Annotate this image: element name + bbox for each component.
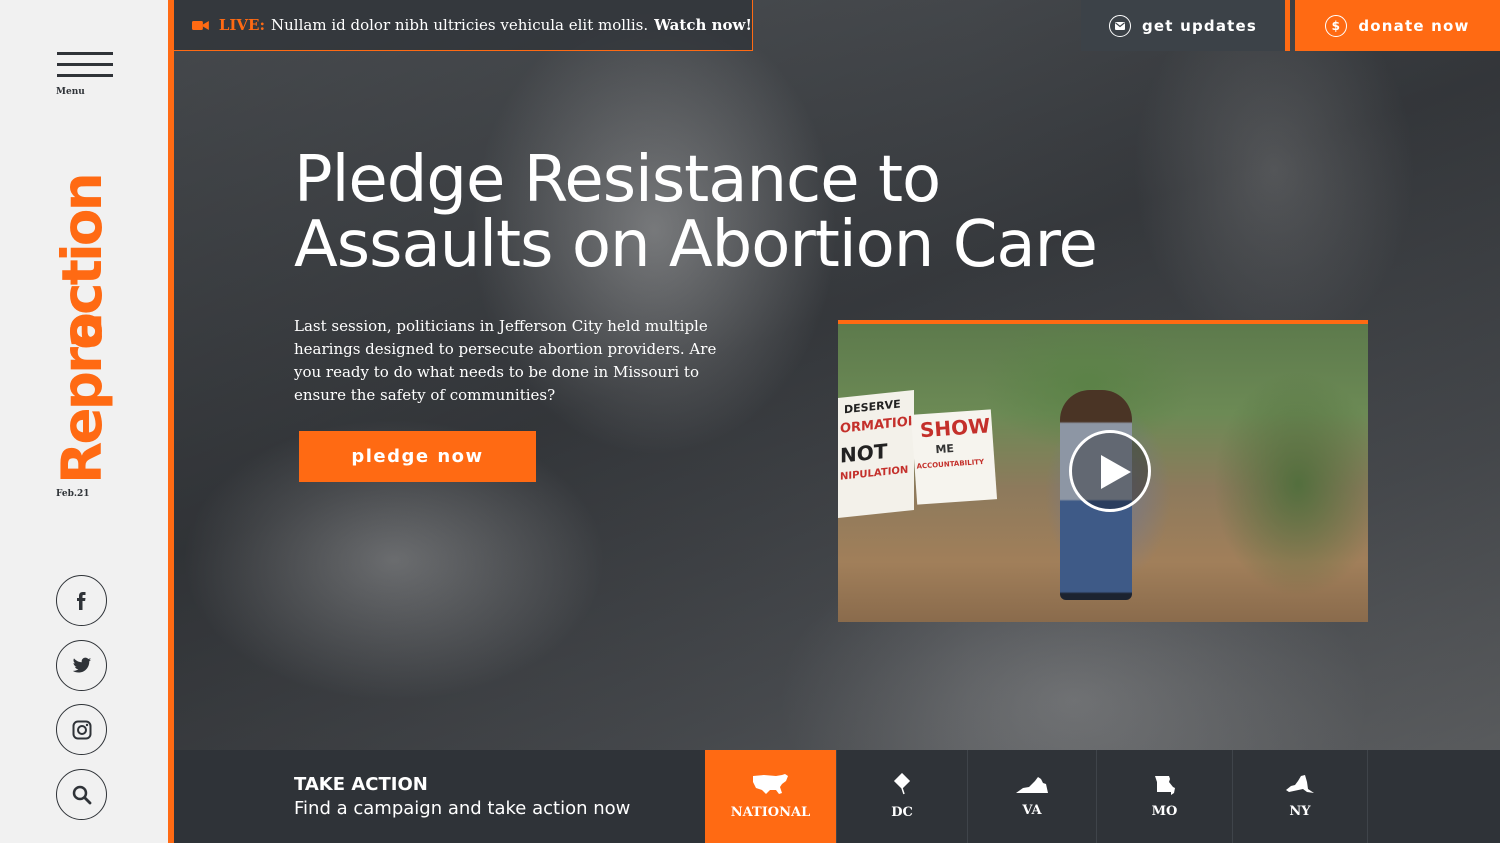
sign-right-line: ACCOUNTABILITY [916,457,985,471]
missouri-map-icon [1154,776,1175,795]
logo[interactable]: Reproaction [50,144,114,484]
sign-left-line: ORMATION [840,413,919,437]
video-player[interactable]: DESERVE ORMATION NOT NIPULATION SHOW ME … [838,320,1368,622]
sign-left-line: NOT [840,438,888,468]
region-label-ny: NY [1289,804,1311,819]
play-icon[interactable] [1069,430,1151,512]
date-label: Feb.21 [56,489,90,499]
sidebar: Menu Reproaction Feb.21 [0,0,168,843]
menu-icon-bar [57,52,113,55]
envelope-icon [1108,14,1131,37]
facebook-icon [76,591,85,610]
region-tab-ny[interactable]: NY [1233,750,1368,843]
live-text: Nullam id dolor nibh ultricies vehicula … [271,16,649,34]
get-updates-button[interactable]: get updates [1081,0,1285,51]
region-label-dc: DC [891,805,913,820]
protest-sign-right: SHOW ME ACCOUNTABILITY [910,409,998,505]
region-tab-mo[interactable]: MO [1097,750,1233,843]
topbar-divider [1285,0,1290,51]
sign-right-line: ME [934,442,955,457]
new-york-map-icon [1286,775,1314,793]
donate-label: donate now [1358,16,1470,35]
live-label: LIVE: [218,16,266,34]
logo-text-repro: Repro [50,315,114,484]
take-action-title: TAKE ACTION [294,774,428,795]
menu-icon-bar [57,74,113,77]
donate-button[interactable]: $ donate now [1295,0,1500,51]
sign-left-line: NIPULATION [840,464,909,483]
live-banner[interactable]: LIVE: Nullam id dolor nibh ultricies veh… [174,0,753,51]
region-label-national: NATIONAL [730,805,811,820]
menu-icon-bar [57,63,113,66]
usa-map-icon [752,774,788,794]
virginia-map-icon [1016,777,1048,793]
region-tab-va[interactable]: VA [968,750,1097,843]
dc-map-icon [893,773,911,795]
sign-left-line: DESERVE [844,397,901,417]
region-tab-dc[interactable]: DC [837,750,968,843]
search-button[interactable] [56,769,107,820]
video-camera-icon [192,20,209,30]
region-label-mo: MO [1151,804,1178,819]
menu-label: Menu [56,87,85,97]
facebook-button[interactable] [56,575,107,626]
hero-title: Pledge Resistance to Assaults on Abortio… [294,143,1098,282]
take-action-subtitle: Find a campaign and take action now [294,798,631,819]
region-label-va: VA [1022,803,1042,818]
instagram-button[interactable] [56,704,107,755]
dollar-icon: $ [1325,14,1348,37]
protest-sign-left: DESERVE ORMATION NOT NIPULATION [838,390,919,518]
instagram-icon [72,720,91,739]
get-updates-label: get updates [1141,16,1258,35]
menu-button[interactable]: Menu [55,52,115,100]
region-tab-national[interactable]: NATIONAL [705,750,837,843]
pledge-now-button[interactable]: pledge now [299,431,536,482]
twitter-icon [72,657,91,672]
search-icon [72,785,91,804]
watch-now-link[interactable]: Watch now! [654,16,752,34]
twitter-button[interactable] [56,640,107,691]
hero-intro-text: Last session, politicians in Jefferson C… [294,317,717,404]
sign-right-line: SHOW [919,413,991,443]
